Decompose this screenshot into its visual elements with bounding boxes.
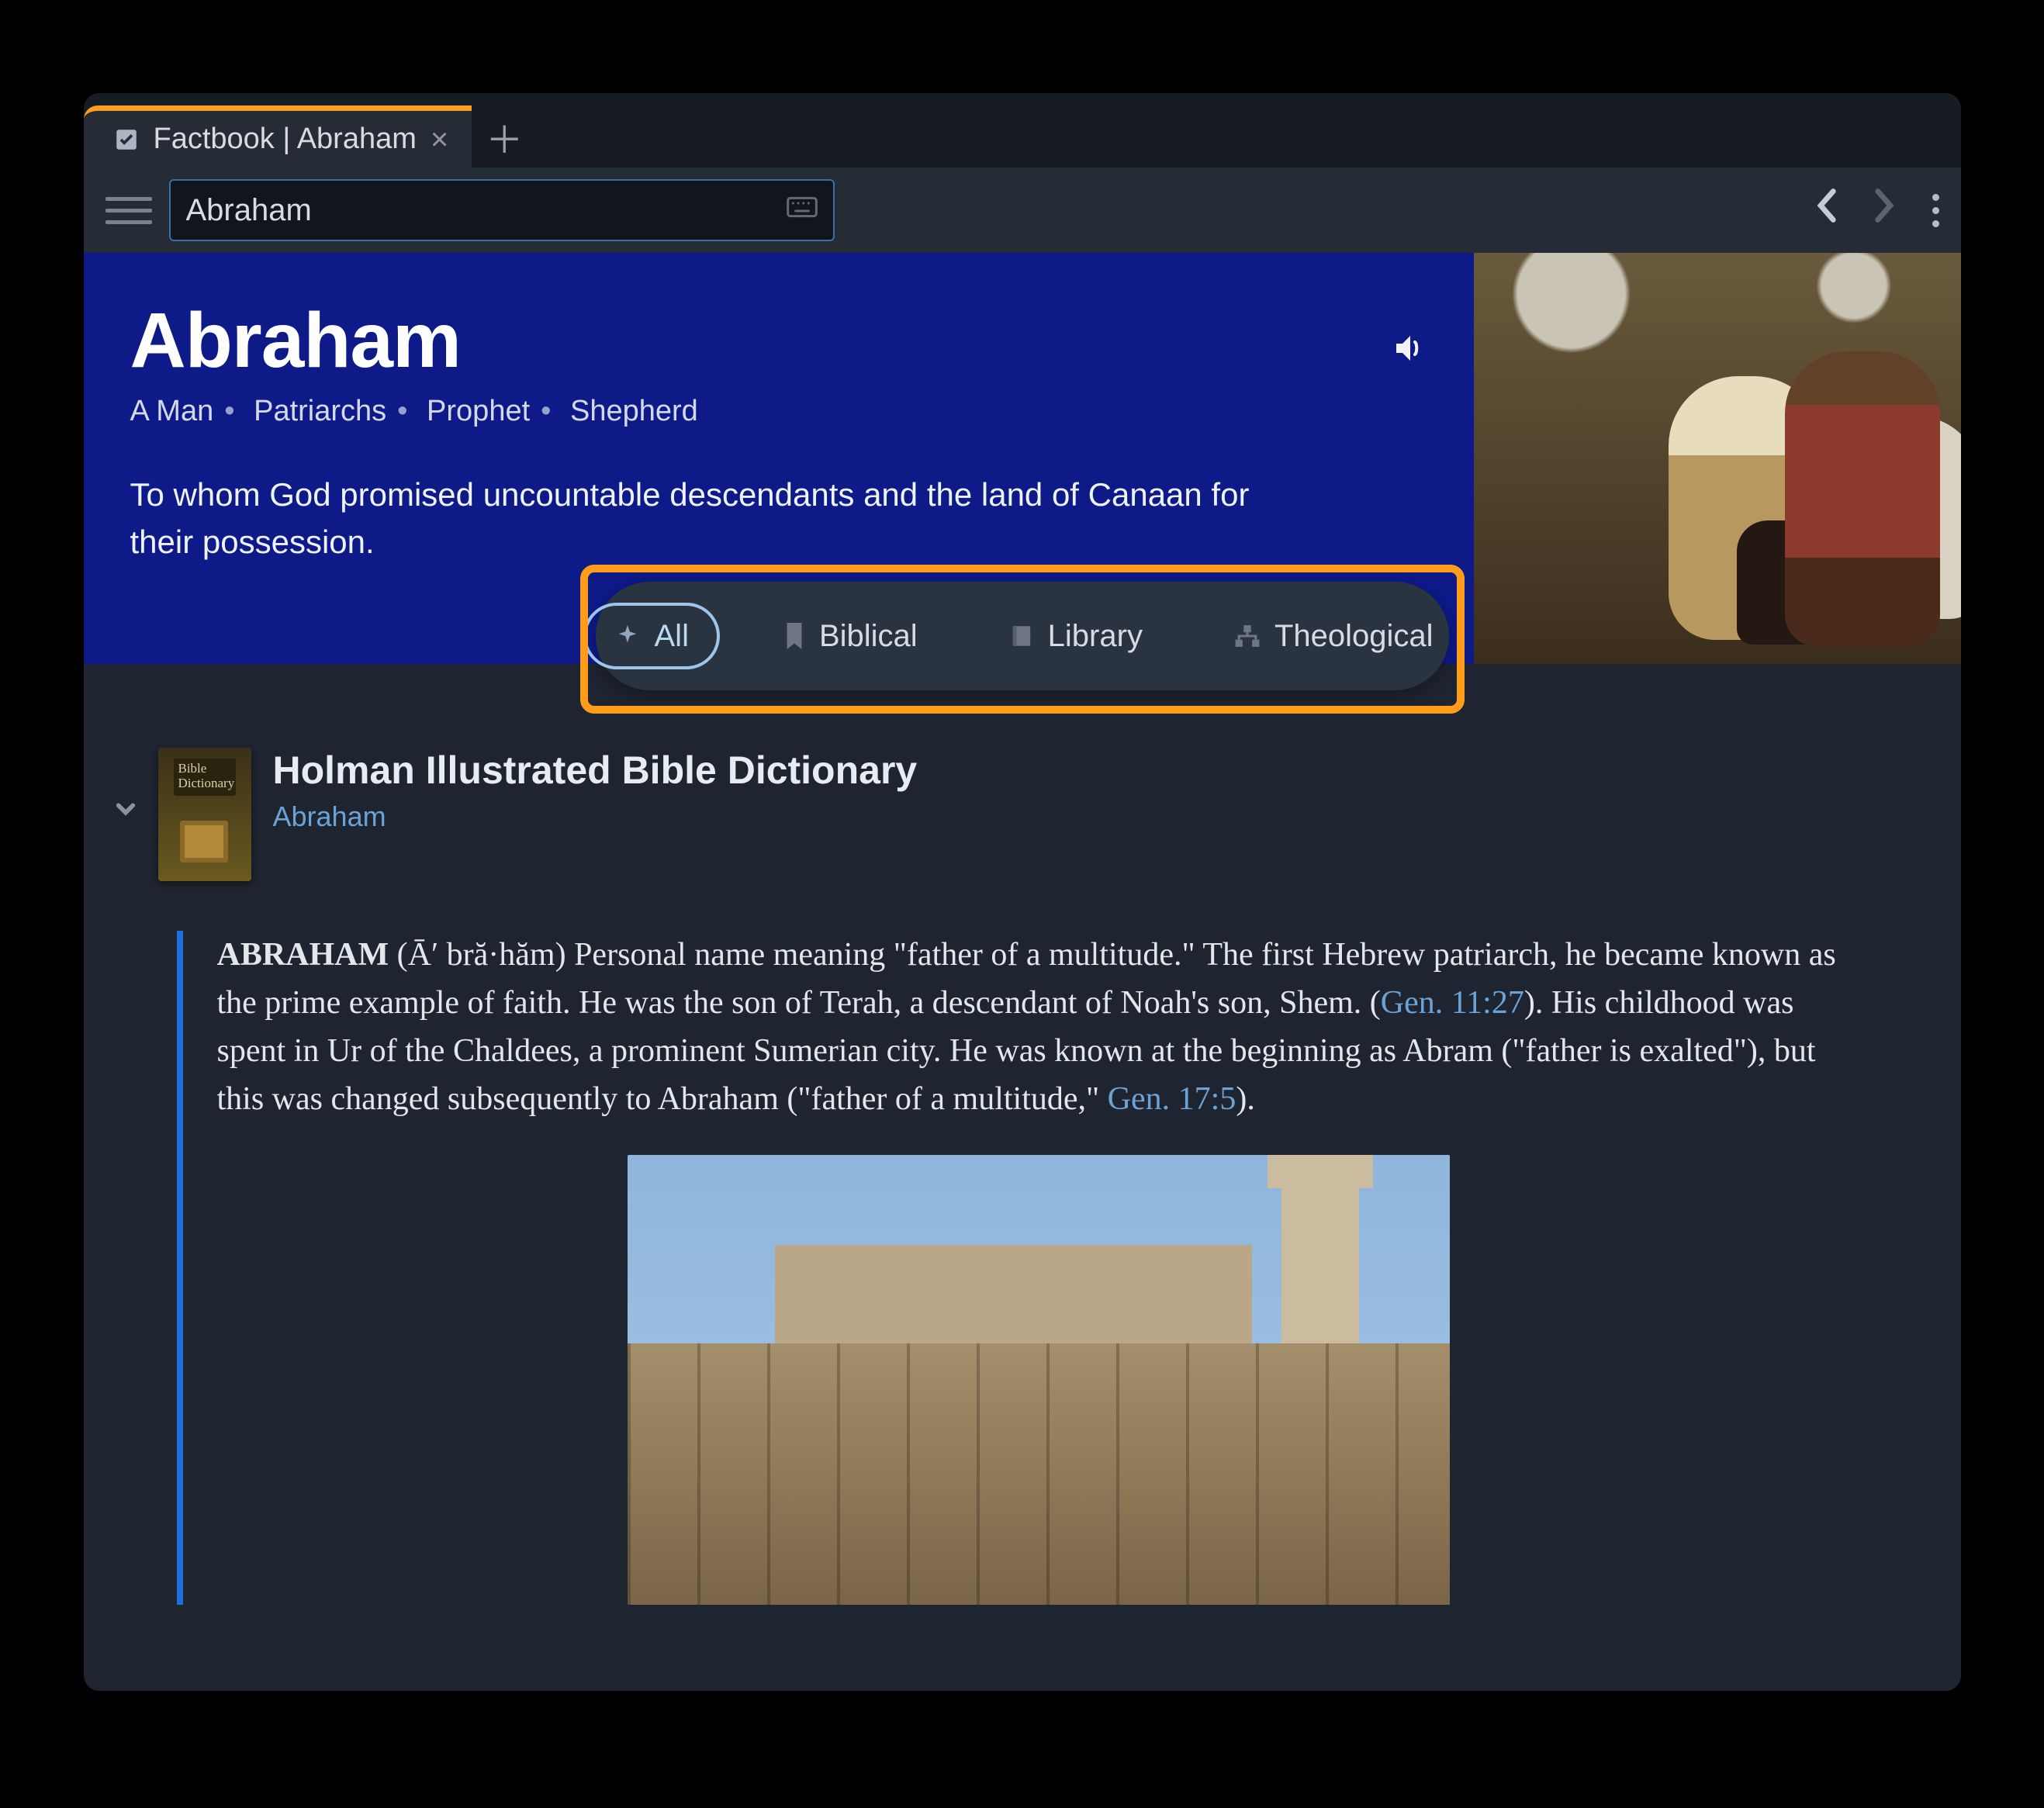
book-cover-label: Bible Dictionary — [178, 762, 251, 790]
bible-ref-link[interactable]: Gen. 17:5 — [1108, 1081, 1236, 1117]
search-input-wrap[interactable] — [169, 179, 835, 241]
article-lead: ABRAHAM — [217, 937, 389, 973]
bible-ref-link[interactable]: Gen. 11:27 — [1381, 985, 1524, 1021]
entry-source-title[interactable]: Holman Illustrated Bible Dictionary — [273, 748, 918, 793]
filter-label: Library — [1048, 619, 1143, 654]
new-tab-button[interactable]: ＋ — [472, 105, 537, 168]
article-image[interactable] — [628, 1155, 1450, 1605]
entry-header: Bible Dictionary Holman Illustrated Bibl… — [84, 732, 1961, 904]
book-cover-thumbnail[interactable]: Bible Dictionary — [158, 748, 251, 881]
close-icon[interactable]: × — [431, 124, 448, 155]
more-menu-button[interactable] — [1932, 194, 1939, 227]
hero-tag[interactable]: Patriarchs — [254, 395, 386, 427]
filter-label: Biblical — [819, 619, 918, 654]
article-text: ). — [1236, 1081, 1255, 1117]
sparkle-icon — [614, 623, 641, 649]
filter-biblical[interactable]: Biblical — [756, 603, 946, 669]
bookmark-icon — [783, 623, 805, 649]
audio-icon[interactable] — [1390, 296, 1427, 385]
article-pron: (Āʹ bră·hăm) — [389, 937, 574, 973]
hero-tag[interactable]: A Man — [130, 395, 214, 427]
hierarchy-icon — [1234, 624, 1261, 648]
nav-forward-button[interactable] — [1873, 187, 1897, 233]
article-body: ABRAHAM (Āʹ bră·hăm) Personal name meani… — [177, 931, 1894, 1605]
hero-tag[interactable]: Prophet — [427, 395, 530, 427]
hero-description: To whom God promised uncountable descend… — [130, 472, 1271, 566]
nav-back-button[interactable] — [1814, 187, 1838, 233]
hero-tag[interactable]: Shepherd — [570, 395, 698, 427]
chevron-down-icon[interactable] — [115, 794, 137, 827]
tab-strip: Factbook | Abraham × ＋ — [84, 93, 1961, 168]
entry-headword-link[interactable]: Abraham — [273, 800, 918, 833]
search-input[interactable] — [186, 193, 773, 228]
menu-icon[interactable] — [105, 187, 152, 233]
nav-controls — [1814, 187, 1939, 233]
toolbar — [84, 168, 1961, 253]
app-window: Factbook | Abraham × ＋ — [84, 93, 1961, 1691]
filter-bar: All Biblical Library Theological — [596, 582, 1449, 690]
tab-factbook[interactable]: Factbook | Abraham × — [84, 105, 472, 168]
tab-title: Factbook | Abraham — [154, 123, 417, 156]
content-area: Bible Dictionary Holman Illustrated Bibl… — [84, 664, 1961, 1691]
keyboard-icon[interactable] — [787, 195, 818, 225]
filter-label: Theological — [1274, 619, 1434, 654]
book-icon — [1009, 624, 1034, 648]
hero-image[interactable] — [1474, 253, 1961, 664]
filter-label: All — [655, 619, 689, 654]
checklist-icon — [113, 126, 140, 153]
filter-library[interactable]: Library — [981, 603, 1171, 669]
filter-theological[interactable]: Theological — [1206, 603, 1461, 669]
page-title: Abraham — [130, 296, 461, 385]
hero-tags: A Man• Patriarchs• Prophet• Shepherd — [130, 395, 1427, 428]
filter-all[interactable]: All — [583, 603, 720, 669]
